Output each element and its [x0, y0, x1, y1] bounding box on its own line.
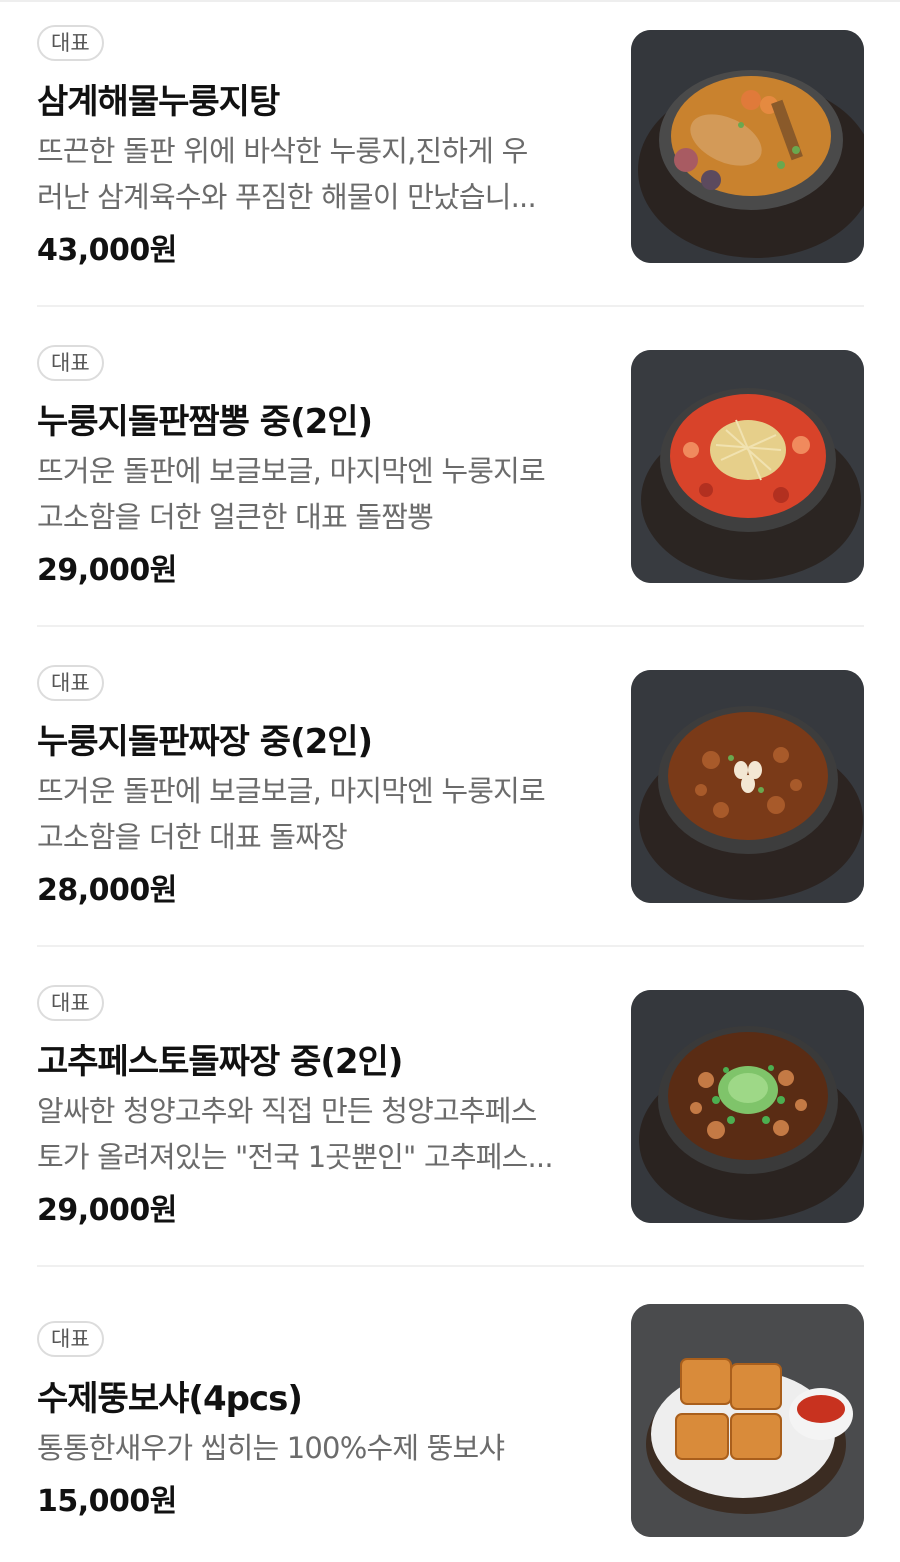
description-line: 러난 삼계육수와 푸짐한 해물이 만났습니...	[37, 180, 537, 214]
menu-item-description: 알싸한 청양고추와 직접 만든 청양고추페스 토가 올려져있는 "전국 1곳뿐인…	[37, 1088, 602, 1180]
menu-item-name: 누룽지돌판짬뽕 중(2인)	[37, 402, 373, 442]
description-line: 뜨거운 돌판에 보글보글, 마지막엔 누룽지로	[37, 774, 546, 808]
menu-item-price: 15,000원	[37, 1484, 177, 1519]
menu-item-price: 43,000원	[37, 233, 177, 268]
signature-badge: 대표	[37, 665, 104, 701]
divider	[37, 945, 864, 947]
menu-item-name: 고추페스토돌짜장 중(2인)	[37, 1042, 403, 1082]
menu-item[interactable]: 대표 삼계해물누룽지탕 뜨끈한 돌판 위에 바삭한 누룽지,진하게 우 러난 삼…	[0, 0, 900, 305]
description-line: 토가 올려져있는 "전국 1곳뿐인" 고추페스...	[37, 1140, 554, 1174]
menu-item-price: 29,000원	[37, 1193, 177, 1228]
menu-item-description: 통통한새우가 씹히는 100%수제 뚱보샤	[37, 1425, 602, 1471]
menu-item-name: 삼계해물누룽지탕	[37, 82, 280, 122]
menu-item[interactable]: 대표 수제뚱보샤(4pcs) 통통한새우가 씹히는 100%수제 뚱보샤 15,…	[0, 1280, 900, 1562]
menu-item-name: 누룽지돌판짜장 중(2인)	[37, 722, 373, 762]
signature-badge: 대표	[37, 985, 104, 1021]
divider	[37, 305, 864, 307]
divider	[37, 1265, 864, 1267]
description-line: 뜨끈한 돌판 위에 바삭한 누룽지,진하게 우	[37, 134, 528, 168]
menu-item-photo[interactable]	[631, 670, 864, 903]
description-line: 알싸한 청양고추와 직접 만든 청양고추페스	[37, 1094, 537, 1128]
menu-item-description: 뜨거운 돌판에 보글보글, 마지막엔 누룽지로 고소함을 더한 대표 돌짜장	[37, 768, 602, 860]
menu-item-name: 수제뚱보샤(4pcs)	[37, 1379, 303, 1419]
description-line: 고소함을 더한 얼큰한 대표 돌짬뽕	[37, 500, 434, 534]
menu-item-price: 29,000원	[37, 553, 177, 588]
description-line: 통통한새우가 씹히는 100%수제 뚱보샤	[37, 1431, 505, 1465]
menu-item-photo[interactable]	[631, 350, 864, 583]
menu-item-price: 28,000원	[37, 873, 177, 908]
menu-item-description: 뜨거운 돌판에 보글보글, 마지막엔 누룽지로 고소함을 더한 얼큰한 대표 돌…	[37, 448, 602, 540]
signature-badge: 대표	[37, 25, 104, 61]
description-line: 뜨거운 돌판에 보글보글, 마지막엔 누룽지로	[37, 454, 546, 488]
menu-item[interactable]: 대표 누룽지돌판짜장 중(2인) 뜨거운 돌판에 보글보글, 마지막엔 누룽지로…	[0, 640, 900, 945]
signature-badge: 대표	[37, 1321, 104, 1357]
menu-item-description: 뜨끈한 돌판 위에 바삭한 누룽지,진하게 우 러난 삼계육수와 푸짐한 해물이…	[37, 128, 602, 220]
divider	[37, 625, 864, 627]
menu-item-photo[interactable]	[631, 990, 864, 1223]
description-line: 고소함을 더한 대표 돌짜장	[37, 820, 348, 854]
menu-list: 대표 삼계해물누룽지탕 뜨끈한 돌판 위에 바삭한 누룽지,진하게 우 러난 삼…	[0, 0, 900, 1562]
menu-item-photo[interactable]	[631, 1304, 864, 1537]
signature-badge: 대표	[37, 345, 104, 381]
menu-item-photo[interactable]	[631, 30, 864, 263]
menu-item[interactable]: 대표 누룽지돌판짬뽕 중(2인) 뜨거운 돌판에 보글보글, 마지막엔 누룽지로…	[0, 320, 900, 625]
menu-item[interactable]: 대표 고추페스토돌짜장 중(2인) 알싸한 청양고추와 직접 만든 청양고추페스…	[0, 960, 900, 1265]
